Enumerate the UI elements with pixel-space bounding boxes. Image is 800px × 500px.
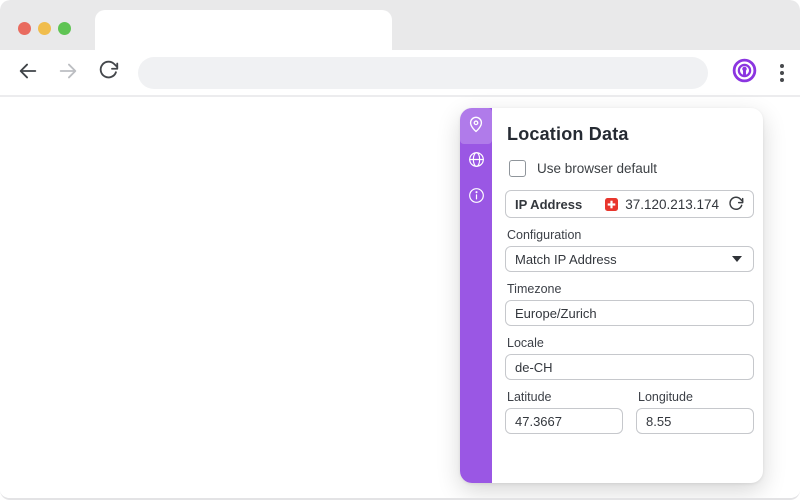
popup-sidebar <box>460 108 492 483</box>
latitude-label: Latitude <box>507 390 552 404</box>
kebab-menu-icon <box>780 64 784 68</box>
location-pin-icon <box>466 114 486 139</box>
use-browser-default-label: Use browser default <box>537 161 658 176</box>
address-bar-input[interactable] <box>138 57 708 89</box>
close-window-button[interactable] <box>18 22 31 35</box>
locale-input[interactable] <box>505 354 754 380</box>
reload-button[interactable] <box>96 60 120 86</box>
back-button[interactable] <box>16 61 40 85</box>
popup-title: Location Data <box>507 124 629 144</box>
latitude-input[interactable] <box>505 408 623 434</box>
forward-button[interactable] <box>56 61 80 85</box>
traffic-lights <box>18 22 71 35</box>
globe-icon <box>467 150 486 174</box>
extension-toolbar-button[interactable] <box>729 58 759 88</box>
configuration-label: Configuration <box>507 228 582 242</box>
browser-tab[interactable] <box>95 10 392 51</box>
refresh-ip-button[interactable] <box>728 196 744 212</box>
use-browser-default-row[interactable]: Use browser default <box>509 160 754 177</box>
refresh-icon <box>729 196 744 210</box>
reload-icon <box>98 60 119 86</box>
sidebar-item-location[interactable] <box>460 108 492 144</box>
longitude-label: Longitude <box>638 390 693 404</box>
timezone-label: Timezone <box>507 282 562 296</box>
page-content: Location Data Use browser default IP Add… <box>0 99 800 498</box>
configuration-select[interactable]: Match IP Address <box>505 246 754 272</box>
configuration-value: Match IP Address <box>515 251 617 267</box>
switzerland-flag-icon <box>605 197 619 211</box>
ip-address-value: 37.120.213.174 <box>625 196 720 212</box>
maximize-window-button[interactable] <box>58 22 71 35</box>
locale-label: Locale <box>507 336 544 350</box>
sidebar-item-globe[interactable] <box>460 144 492 180</box>
sidebar-item-info[interactable] <box>460 180 492 216</box>
browser-menu-button[interactable] <box>770 58 794 88</box>
timezone-input[interactable] <box>505 300 754 326</box>
coordinates-row: Latitude Longitude <box>505 380 754 434</box>
minimize-window-button[interactable] <box>38 22 51 35</box>
extension-popup: Location Data Use browser default IP Add… <box>460 108 763 483</box>
longitude-input[interactable] <box>636 408 754 434</box>
browser-window: Location Data Use browser default IP Add… <box>0 0 800 500</box>
titlebar <box>0 0 800 51</box>
browser-toolbar <box>0 50 800 97</box>
back-arrow-icon <box>17 60 39 87</box>
info-icon <box>467 186 486 210</box>
ip-address-field: IP Address 37.120.213.174 <box>505 190 754 218</box>
forward-arrow-icon <box>57 60 79 87</box>
popup-content: Location Data Use browser default IP Add… <box>492 108 767 483</box>
ip-address-label: IP Address <box>515 196 583 212</box>
use-browser-default-checkbox[interactable] <box>509 160 526 177</box>
privacy-extension-logo-icon <box>731 57 758 89</box>
chevron-down-icon <box>732 256 742 262</box>
